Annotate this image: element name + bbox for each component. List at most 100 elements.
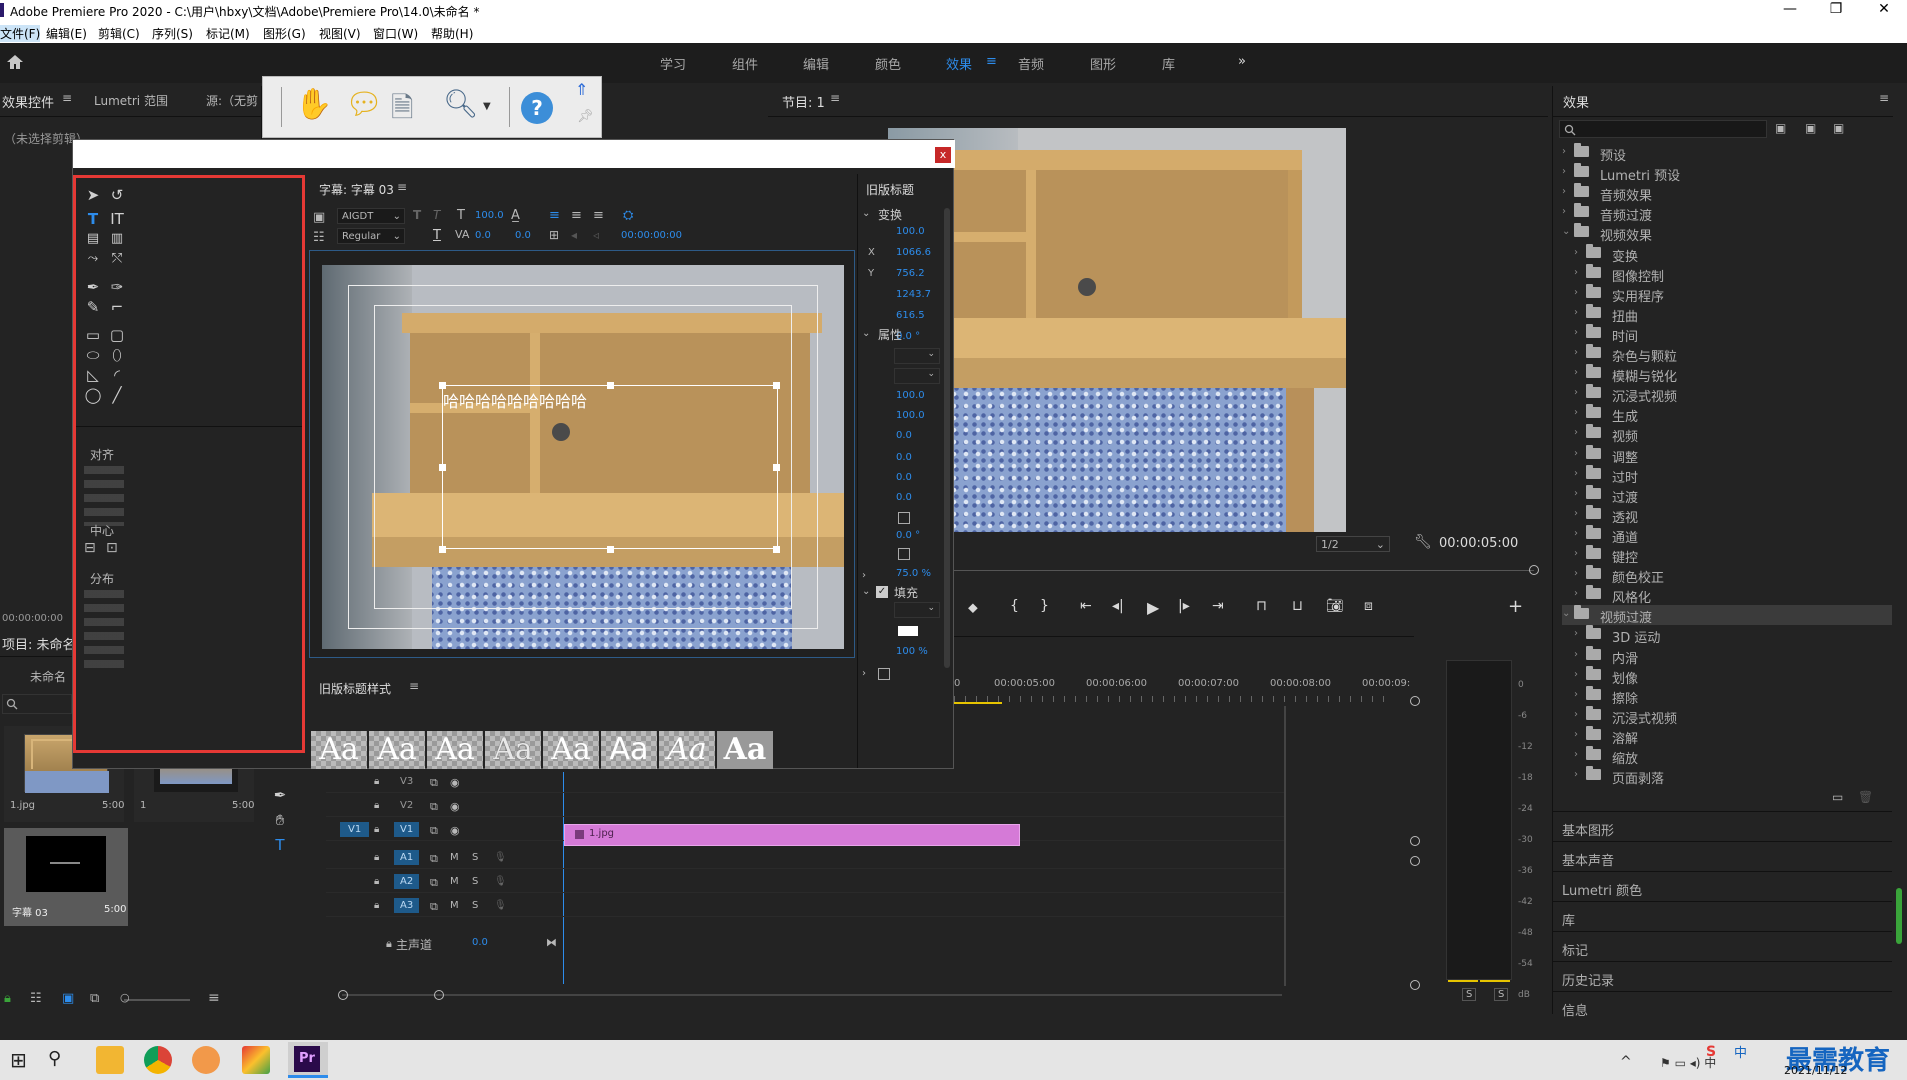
convert-anchor-tool-icon[interactable]: ⌐ (108, 298, 126, 316)
zoom-dropdown-icon[interactable]: ▼ (483, 101, 491, 112)
effects-tree-item[interactable]: › 过时 (1562, 464, 1892, 486)
property-value[interactable]: 100.0 (896, 390, 925, 401)
lock-icon[interactable]: 🔒︎ (386, 937, 392, 951)
transform-expand-icon[interactable]: ⌄ (862, 208, 870, 219)
track-record-icon[interactable]: 🎙︎ (494, 852, 507, 863)
stacked-panel-tab[interactable]: 标记 (1552, 931, 1892, 961)
text-bounding-box[interactable]: 哈哈哈哈哈哈哈哈哈 (439, 382, 780, 553)
underline-icon[interactable]: T (433, 228, 441, 243)
path-type-tool-icon[interactable]: ⤳ (84, 250, 102, 268)
source-patch-v1[interactable]: V1 (340, 822, 370, 837)
expand-icon[interactable]: › (1574, 769, 1578, 780)
property-value[interactable]: 0.0 (896, 472, 912, 483)
track-sync-lock-icon[interactable]: ⧉ (430, 824, 438, 838)
expand-icon[interactable]: › (1574, 448, 1578, 459)
line-tool-icon[interactable]: ╱ (108, 386, 126, 404)
pen-tool-icon[interactable]: ✒ (84, 278, 102, 296)
zoom-slider[interactable] (124, 999, 190, 1001)
title-style-swatch[interactable]: Aa (659, 731, 715, 769)
vscroll-handle[interactable] (1410, 836, 1420, 846)
title-dialog-close-button[interactable]: x (935, 147, 951, 163)
track-solo-button[interactable]: S (472, 900, 478, 911)
effects-tree-item[interactable]: › Lumetri 预设 (1562, 163, 1892, 184)
collapse-toolbar-icon[interactable]: ⇑ (575, 80, 588, 99)
menu-view[interactable]: 视图(V) (319, 25, 361, 42)
effects-tree-item[interactable]: › 通道 (1562, 524, 1892, 546)
expand-icon[interactable]: › (1574, 488, 1578, 499)
menu-clip[interactable]: 剪辑(C) (98, 25, 140, 42)
delete-icon[interactable]: 🗑︎ (1858, 790, 1873, 804)
file-explorer-icon[interactable] (96, 1046, 124, 1074)
track-sync-lock-icon[interactable]: ⧉ (430, 776, 438, 790)
selection-tool-icon[interactable]: ➤ (84, 186, 102, 204)
effects-tree-item[interactable]: › 页面剥落 (1562, 766, 1892, 787)
expand-icon[interactable]: › (1574, 588, 1578, 599)
tab-stops-icon[interactable]: ⊞ (549, 228, 559, 242)
expand-icon[interactable]: ⌄ (1562, 226, 1570, 237)
expand-icon[interactable]: › (1562, 146, 1566, 157)
track-sync-lock-icon[interactable]: ⧉ (430, 852, 438, 866)
effects-tree-item[interactable]: › 变换 (1562, 243, 1892, 265)
wedge-tool-icon[interactable]: ◺ (84, 366, 102, 384)
rotation-tool-icon[interactable]: ↺ (108, 186, 126, 204)
track-visibility-icon[interactable]: ◉ (450, 800, 460, 813)
distribute-buttons[interactable] (84, 590, 124, 670)
expand-icon[interactable]: ⌄ (1562, 608, 1570, 619)
effects-scrollbar[interactable] (1896, 888, 1902, 944)
app-icon[interactable] (242, 1046, 270, 1074)
menu-file[interactable]: 文件(F) (0, 25, 41, 42)
font-size-value[interactable]: 100.0 (475, 210, 504, 221)
add-anchor-tool-icon[interactable]: ✎ (84, 298, 102, 316)
expand-icon[interactable]: › (1574, 468, 1578, 479)
transform-value[interactable]: 1243.7 (896, 289, 931, 300)
expand-icon[interactable]: › (1574, 307, 1578, 318)
show-video-icon[interactable]: ⛭ (623, 208, 633, 223)
home-icon[interactable] (6, 53, 24, 71)
property-value[interactable]: 100.0 (896, 410, 925, 421)
arc-tool-icon[interactable]: ◜ (108, 366, 126, 384)
property-value[interactable]: 0.0 (896, 452, 912, 463)
expand-icon[interactable]: › (1574, 749, 1578, 760)
title-style-swatch[interactable]: Aa (601, 731, 657, 769)
effects-tree-item[interactable]: › 3D 运动 (1562, 625, 1892, 646)
vertical-area-type-tool-icon[interactable]: ▥ (108, 230, 126, 248)
track-lock-icon[interactable]: 🔒︎ (374, 776, 379, 787)
scroll-handle-right[interactable] (434, 990, 444, 1000)
expand-icon[interactable]: › (1574, 387, 1578, 398)
fill-color-swatch[interactable] (898, 626, 918, 636)
stacked-panel-tab[interactable]: 基本声音 (1552, 841, 1892, 871)
effects-tree-item[interactable]: › 内滑 (1562, 645, 1892, 667)
effects-tree-item[interactable]: › 透视 (1562, 504, 1892, 526)
center-horizontal-icon[interactable]: ⊟ (84, 540, 96, 556)
lock-icon[interactable]: 🔒︎ (4, 991, 11, 1006)
windows-start-icon[interactable]: ⊞ (10, 1048, 27, 1072)
track-mute-button[interactable]: M (450, 852, 459, 863)
chrome-icon[interactable] (144, 1046, 172, 1074)
track-target-a1[interactable]: A1 (394, 850, 420, 865)
track-sync-lock-icon[interactable]: ⧉ (430, 900, 438, 914)
expand-icon[interactable]: › (1574, 669, 1578, 680)
effects-tree-item[interactable]: › 时间 (1562, 323, 1892, 345)
fill-opacity-value[interactable]: 100 % (896, 646, 928, 657)
title-style-swatch[interactable]: Aa (543, 731, 599, 769)
vertical-path-type-tool-icon[interactable]: ⤲ (108, 250, 126, 268)
title-canvas-video[interactable]: 哈哈哈哈哈哈哈哈哈 (322, 265, 844, 649)
help-icon[interactable]: ? (521, 92, 553, 124)
effects-tree-item[interactable]: › 扭曲 (1562, 303, 1892, 325)
workspace-editing[interactable]: 编辑 (803, 54, 829, 73)
tab-left-icon[interactable]: ◂ (571, 228, 577, 242)
title-style-swatch[interactable]: Aa (311, 731, 367, 769)
project-search-input[interactable] (2, 694, 72, 714)
expand-icon[interactable]: › (1574, 327, 1578, 338)
effects-tree-item[interactable]: › 擦除 (1562, 685, 1892, 707)
accelerated-effects-icon[interactable]: ▣ (1775, 121, 1786, 135)
stacked-panel-tab[interactable]: 基本图形 (1552, 811, 1892, 841)
title-style-swatch[interactable]: Aa (369, 731, 425, 769)
program-menu-icon[interactable]: ≡ (830, 91, 840, 105)
expand-icon[interactable]: › (1574, 729, 1578, 740)
rectangle-tool-icon[interactable]: ▭ (84, 326, 102, 344)
hand-icon[interactable]: ✋ (295, 87, 332, 122)
timeline-clip[interactable]: 1.jpg (564, 824, 1020, 846)
effects-tree-item[interactable]: ⌄ 视频效果 (1562, 223, 1892, 244)
effects-tree-item[interactable]: › 杂色与颗粒 (1562, 344, 1892, 365)
